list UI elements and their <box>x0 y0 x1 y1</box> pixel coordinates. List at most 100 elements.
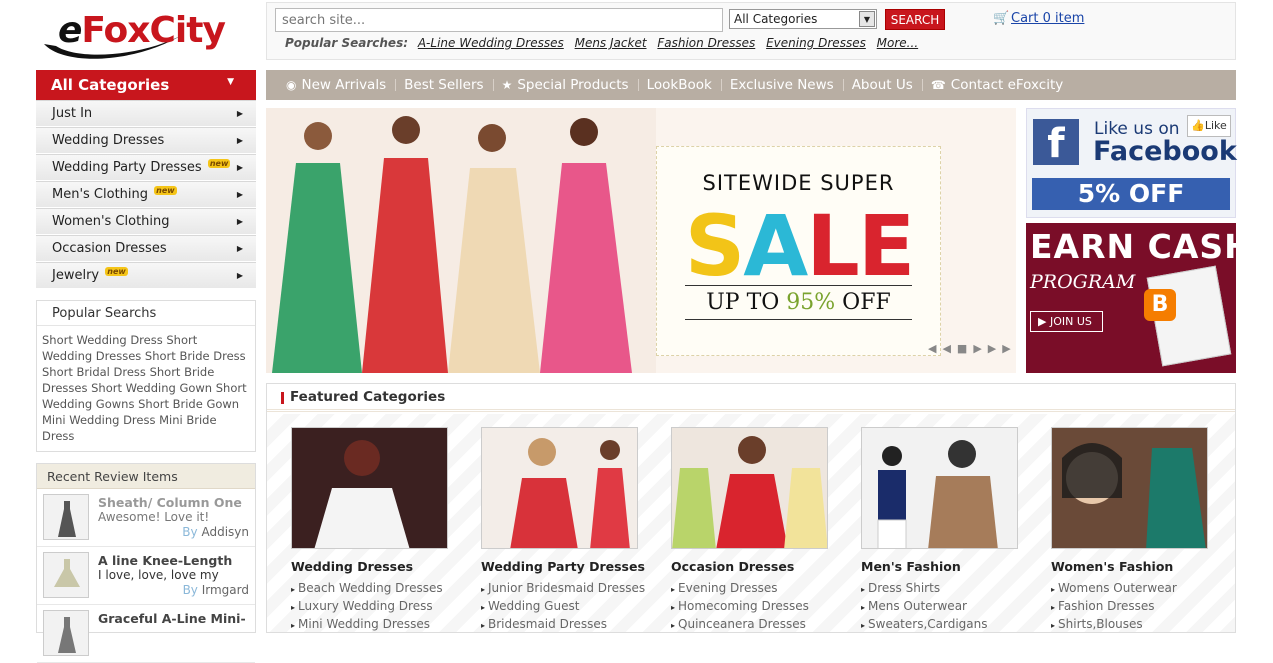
featured-link[interactable]: Womens Outerwear <box>1051 580 1231 598</box>
nav-special-products[interactable]: ★ Special Products <box>492 70 638 100</box>
popular-searches: Popular Searches: A-Line Wedding Dresses… <box>285 36 925 50</box>
featured-image-womens[interactable] <box>1051 427 1208 549</box>
featured-name[interactable]: Occasion Dresses <box>671 559 851 574</box>
sale-heading: SITEWIDE SUPER <box>702 171 895 195</box>
review-comment: I love, love, love my <box>98 568 219 582</box>
cart-link[interactable]: 🛒 Cart 0 item <box>993 11 1084 26</box>
sale-big-text: SALE <box>685 197 915 295</box>
new-badge: new <box>105 267 128 276</box>
review-title[interactable]: A line Knee-Length <box>98 553 232 568</box>
featured-link[interactable]: Mens Outerwear <box>861 598 1041 616</box>
arrow-right-icon: ▶ <box>236 163 243 172</box>
banner-models-image <box>266 108 656 373</box>
join-us-button[interactable]: ▶ JOIN US <box>1030 311 1103 332</box>
featured-link[interactable]: Fashion Dresses <box>1051 598 1231 616</box>
featured-link[interactable]: Sweaters,Cardigans <box>861 616 1041 634</box>
category-item-wedding-party[interactable]: Wedding Party Dresses new ▶ <box>36 154 256 181</box>
search-button[interactable]: SEARCH <box>885 9 945 30</box>
nav-contact[interactable]: ☎ Contact eFoxcity <box>921 70 1072 100</box>
featured-link[interactable]: Dress Shirts <box>861 580 1041 598</box>
svg-text:SALE: SALE <box>685 197 913 295</box>
category-item-wedding-dresses[interactable]: Wedding Dresses ▶ <box>36 127 256 154</box>
category-item-occasion-dresses[interactable]: Occasion Dresses ▶ <box>36 235 256 262</box>
facebook-promo[interactable]: f Like us on Facebook 👍Like 5% OFF <box>1026 108 1237 218</box>
review-item[interactable]: A line Knee-Length I love, love, love my… <box>37 547 255 605</box>
category-item-mens-clothing[interactable]: Men's Clothing new ▶ <box>36 181 256 208</box>
nav-about-us[interactable]: About Us <box>842 70 922 100</box>
arrow-right-icon: ▶ <box>236 271 243 280</box>
earn-cash-promo[interactable]: EARN CASH PROGRAM ▶ JOIN US B <box>1026 223 1236 373</box>
popular-link-aline[interactable]: A-Line Wedding Dresses <box>418 36 564 50</box>
popular-searchs-box: Popular Searchs Short Wedding Dress Shor… <box>36 300 256 452</box>
featured-link[interactable]: Shirts,Blouses <box>1051 616 1231 634</box>
slider-controls[interactable]: ◀◀■▶▶▶ <box>928 342 1016 355</box>
featured-link[interactable]: Evening Dresses <box>671 580 851 598</box>
rss-icon: ◉ <box>286 78 297 92</box>
featured-link[interactable]: Wedding Guest <box>481 598 661 616</box>
featured-image-occasion[interactable] <box>671 427 828 549</box>
arrow-right-icon: ▶ <box>236 244 243 253</box>
facebook-icon: f <box>1033 119 1079 167</box>
featured-image-mens[interactable] <box>861 427 1018 549</box>
facebook-offer: 5% OFF <box>1032 178 1230 210</box>
nav-new-arrivals[interactable]: ◉ New Arrivals <box>266 70 395 100</box>
featured-card-wedding-party: Wedding Party Dresses Junior Bridesmaid … <box>481 427 661 634</box>
featured-link[interactable]: Homecoming Dresses <box>671 598 851 616</box>
category-list: Just In ▶ Wedding Dresses ▶ Wedding Party … <box>36 100 256 289</box>
featured-name[interactable]: Men's Fashion <box>861 559 1041 574</box>
site-logo[interactable]: eFoxCity <box>34 6 234 66</box>
featured-link[interactable]: Mini Wedding Dresses <box>291 616 471 634</box>
chevron-down-icon: ▼ <box>227 77 234 87</box>
category-item-womens-clothing[interactable]: Women's Clothing ▶ <box>36 208 256 235</box>
review-item[interactable]: Graceful A-Line Mini- <box>37 605 255 663</box>
category-select[interactable]: All Categories ▼ <box>729 9 877 29</box>
featured-image-wedding[interactable] <box>291 427 448 549</box>
featured-name[interactable]: Women's Fashion <box>1051 559 1231 574</box>
hero-banner[interactable]: SITEWIDE SUPER SALE UP TO 95% OFF ◀◀■▶▶▶ <box>266 108 1016 373</box>
stop-icon: ■ <box>956 342 974 355</box>
blogger-icon: B <box>1144 289 1176 321</box>
featured-name[interactable]: Wedding Dresses <box>291 559 471 574</box>
nav-lookbook[interactable]: LookBook <box>637 70 721 100</box>
thumbs-up-icon: 👍 <box>1191 119 1205 132</box>
category-item-jewelry[interactable]: Jewelry new ▶ <box>36 262 256 289</box>
review-author: By Addisyn <box>182 525 249 539</box>
featured-link[interactable]: Bridesmaid Dresses <box>481 616 661 634</box>
facebook-line2: Facebook <box>1093 136 1237 167</box>
cart-label: Cart 0 item <box>1011 11 1085 26</box>
featured-title: Featured Categories <box>290 389 446 405</box>
popular-link-fashion[interactable]: Fashion Dresses <box>657 36 755 50</box>
popular-link-mens-jacket[interactable]: Mens Jacket <box>575 36 647 50</box>
search-input[interactable] <box>275 8 723 32</box>
facebook-like-button[interactable]: 👍Like <box>1187 115 1231 137</box>
earn-cash-subtitle: PROGRAM <box>1030 271 1136 293</box>
review-item[interactable]: Sheath/ Column One Awesome! Love it! By … <box>37 489 255 547</box>
featured-image-wedding-party[interactable] <box>481 427 638 549</box>
play-icon: ▶ <box>1038 315 1050 328</box>
review-title[interactable]: Graceful A-Line Mini- <box>98 611 246 626</box>
review-thumbnail[interactable] <box>43 494 89 540</box>
featured-link[interactable]: Beach Wedding Dresses <box>291 580 471 598</box>
review-thumbnail[interactable] <box>43 552 89 598</box>
sale-discount: UP TO 95% OFF <box>685 285 912 320</box>
featured-card-wedding: Wedding Dresses Beach Wedding DressesLux… <box>291 427 471 634</box>
featured-link[interactable]: Quinceanera Dresses <box>671 616 851 634</box>
featured-link[interactable]: Luxury Wedding Dress <box>291 598 471 616</box>
popular-link-more[interactable]: More... <box>877 36 918 50</box>
forward-icon: ▶▶ <box>987 342 1016 355</box>
all-categories-header[interactable]: All Categories ▼ <box>36 70 256 100</box>
earn-cash-title: EARN CASH <box>1030 227 1236 266</box>
popular-searchs-links[interactable]: Short Wedding Dress Short Wedding Dresse… <box>37 326 255 450</box>
logo-text: eFoxCity <box>58 10 226 51</box>
nav-best-sellers[interactable]: Best Sellers <box>395 70 492 100</box>
featured-link[interactable]: Junior Bridesmaid Dresses <box>481 580 661 598</box>
review-thumbnail[interactable] <box>43 610 89 656</box>
category-item-just-in[interactable]: Just In ▶ <box>36 100 256 127</box>
recent-reviews-box: Recent Review Items Sheath/ Column One A… <box>36 463 256 663</box>
arrow-right-icon: ▶ <box>236 109 243 118</box>
popular-searchs-title: Popular Searchs <box>37 301 255 326</box>
review-title[interactable]: Sheath/ Column One <box>98 495 242 510</box>
nav-exclusive-news[interactable]: Exclusive News <box>720 70 843 100</box>
featured-name[interactable]: Wedding Party Dresses <box>481 559 661 574</box>
popular-link-evening[interactable]: Evening Dresses <box>766 36 866 50</box>
